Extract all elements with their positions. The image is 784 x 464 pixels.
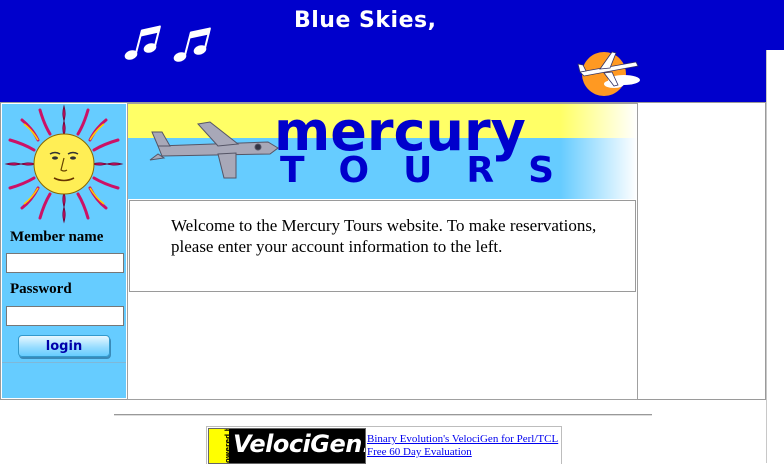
mercury-tours-logo: mercury TOURS — [128, 104, 637, 199]
airplane-sun-icon — [577, 51, 640, 96]
powered-by-label: Powered by — [224, 428, 233, 464]
scrollbar[interactable] — [766, 50, 784, 463]
login-sidebar: Member name Password login — [2, 104, 126, 398]
music-notes-icon — [124, 25, 211, 62]
welcome-message: Welcome to the Mercury Tours website. To… — [171, 216, 597, 256]
member-name-label: Member name — [10, 229, 104, 245]
header-banner: Blue Skies, — [0, 0, 784, 102]
password-label: Password — [10, 281, 72, 297]
member-name-input[interactable] — [6, 253, 124, 273]
sun-face-icon — [4, 104, 124, 224]
sidebar-divider — [2, 362, 126, 363]
main-content: mercury TOURS Welcome to the Mercury Tou… — [127, 103, 638, 400]
free-evaluation-link[interactable]: Free 60 Day Evaluation — [367, 446, 472, 458]
logo-tours-text: TOURS — [280, 150, 589, 191]
password-input[interactable] — [6, 306, 124, 326]
horizontal-rule — [114, 414, 652, 416]
login-button[interactable]: login — [18, 335, 110, 357]
velocigen-link[interactable]: Binary Evolution's VelociGen for Perl/TC… — [367, 433, 558, 445]
velocigen-logo[interactable]: Powered by VelociGen! — [208, 428, 366, 464]
banner-title: Blue Skies, — [294, 8, 437, 33]
velocigen-name: VelociGen! — [233, 430, 366, 458]
welcome-box: Welcome to the Mercury Tours website. To… — [129, 200, 636, 292]
